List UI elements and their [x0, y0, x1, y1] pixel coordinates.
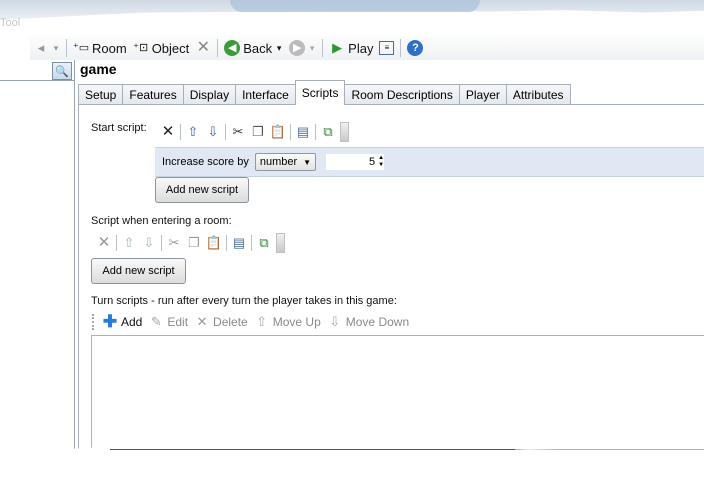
add-room-icon: ⁺▭ [72, 42, 90, 54]
move-up-label: Move Up [272, 315, 321, 329]
delete-button[interactable]: ✕ [192, 38, 214, 58]
edit-turn-script-button[interactable]: ✎ Edit [148, 314, 188, 330]
tab-scripts[interactable]: Scripts [294, 80, 346, 105]
add-room-label: Room [92, 40, 127, 56]
add-object-label: Object [151, 40, 190, 56]
add-new-room-script-button[interactable]: Add new script [91, 258, 186, 284]
add-plus-icon: ✚ [102, 312, 118, 331]
forward-arrow-icon: ▶ [289, 40, 306, 56]
score-amount-spinner[interactable]: 5 ▲ ▼ [326, 154, 385, 170]
score-amount-value: 5 [368, 156, 376, 168]
tree-pane [0, 60, 75, 450]
toolbar-overflow[interactable] [276, 233, 285, 253]
tab-features[interactable]: Features [122, 84, 184, 105]
paste-icon[interactable]: 📋 [270, 124, 286, 140]
move-down-icon[interactable]: ⇩ [205, 124, 221, 140]
script-line-text: Increase score by [162, 156, 249, 168]
script-line-row[interactable]: Increase score by number ▼ 5 ▲ ▼ [155, 147, 704, 177]
add-object-icon: ⁺⊡ [133, 42, 149, 54]
add-turn-script-button[interactable]: ✚ Add [102, 312, 143, 331]
help-button[interactable]: ? [404, 38, 426, 58]
score-type-value: number [259, 156, 298, 168]
help-icon: ? [407, 40, 424, 56]
chevron-down-icon: ▾ [53, 43, 59, 53]
chevron-down-icon: ▾ [309, 43, 315, 53]
move-up-turn-script-button[interactable]: ⇧ Move Up [254, 314, 321, 330]
move-down-turn-script-button[interactable]: ⇩ Move Down [327, 314, 409, 330]
tab-room-descriptions[interactable]: Room Descriptions [344, 84, 460, 105]
delete-icon[interactable]: ✕ [96, 235, 112, 251]
turn-scripts-label: Turn scripts - run after every turn the … [91, 295, 397, 307]
move-up-icon: ⇧ [256, 314, 268, 329]
search-icon[interactable]: 🔍 [52, 62, 72, 80]
copy-icon[interactable]: ❐ [186, 235, 202, 251]
tab-player[interactable]: Player [458, 84, 507, 105]
edit-icon: ✎ [150, 314, 162, 329]
turn-scripts-list[interactable] [91, 335, 704, 450]
back-label: Back [243, 40, 273, 56]
back-button[interactable]: ◀ Back ▾ [221, 38, 286, 58]
delete-icon: ✕ [196, 314, 208, 329]
window-bottom-edge [0, 447, 704, 502]
code-view-icon[interactable]: ▤ [231, 235, 247, 251]
spinner-arrows-icon[interactable]: ▲ ▼ [378, 155, 384, 169]
chevron-down-icon: ▾ [276, 43, 282, 53]
back-arrow-icon: ◀ [224, 40, 241, 56]
move-down-icon: ⇩ [329, 314, 341, 329]
add-label: Add [121, 315, 143, 329]
add-room-button[interactable]: ⁺▭ Room [70, 38, 130, 58]
toolbar-overflow[interactable] [340, 122, 349, 142]
menu-fragment: Tool [0, 17, 21, 29]
tab-interface[interactable]: Interface [235, 84, 296, 105]
code-view-button[interactable]: ≡ [376, 38, 397, 58]
move-down-label: Move Down [345, 315, 410, 329]
add-new-script-button[interactable]: Add new script [155, 177, 249, 203]
delete-label: Delete [213, 315, 248, 329]
room-script-label: Script when entering a room: [91, 215, 232, 227]
cut-icon[interactable]: ✂ [230, 124, 246, 140]
start-script-toolbar: ✕ ⇧ ⇩ ✂ ❐ 📋 ▤ ⧉ [160, 121, 349, 143]
edit-label: Edit [167, 315, 189, 329]
popout-icon[interactable]: ⧉ [320, 124, 336, 140]
code-view-icon: ≡ [379, 41, 395, 55]
code-view-icon[interactable]: ▤ [295, 124, 311, 140]
turn-scripts-toolbar: ✚ Add ✎ Edit ✕ Delete ⇧ Move Up ⇩ Move D… [92, 311, 409, 333]
chevron-down-icon: ▼ [303, 157, 312, 167]
editor-tabs: Setup Features Display Interface Scripts… [78, 80, 571, 105]
tab-setup[interactable]: Setup [78, 84, 124, 105]
title-bar-fragment [230, 0, 480, 12]
move-up-icon[interactable]: ⇧ [185, 124, 201, 140]
play-button[interactable]: ▶ Play [326, 38, 376, 58]
play-icon: ▶ [332, 40, 343, 55]
score-type-select[interactable]: number ▼ [254, 153, 317, 171]
tab-display[interactable]: Display [182, 84, 237, 105]
play-label: Play [348, 40, 374, 56]
tab-attributes[interactable]: Attributes [505, 84, 571, 105]
undo-arrow-icon: ◂ [37, 40, 45, 55]
popout-icon[interactable]: ⧉ [256, 235, 272, 251]
forward-button[interactable]: ▶ ▾ [286, 38, 319, 58]
delete-x-icon: ✕ [196, 39, 210, 56]
cut-icon[interactable]: ✂ [166, 235, 182, 251]
room-script-toolbar: ✕ ⇧ ⇩ ✂ ❐ 📋 ▤ ⧉ [96, 232, 285, 254]
move-up-icon[interactable]: ⇧ [121, 235, 137, 251]
paste-icon[interactable]: 📋 [206, 235, 222, 251]
main-toolbar: ◂ ▾ ⁺▭ Room ⁺⊡ Object ✕ ◀ Back ▾ ▶ ▾ ▶ Pl… [30, 36, 704, 60]
delete-icon[interactable]: ✕ [160, 124, 176, 140]
add-object-button[interactable]: ⁺⊡ Object [130, 38, 193, 58]
element-title: game [80, 61, 117, 77]
start-script-label: Start script: [91, 122, 147, 134]
move-down-icon[interactable]: ⇩ [141, 235, 157, 251]
delete-turn-script-button[interactable]: ✕ Delete [194, 314, 248, 330]
copy-icon[interactable]: ❐ [250, 124, 266, 140]
undo-dropdown[interactable]: ◂ ▾ [30, 38, 63, 58]
